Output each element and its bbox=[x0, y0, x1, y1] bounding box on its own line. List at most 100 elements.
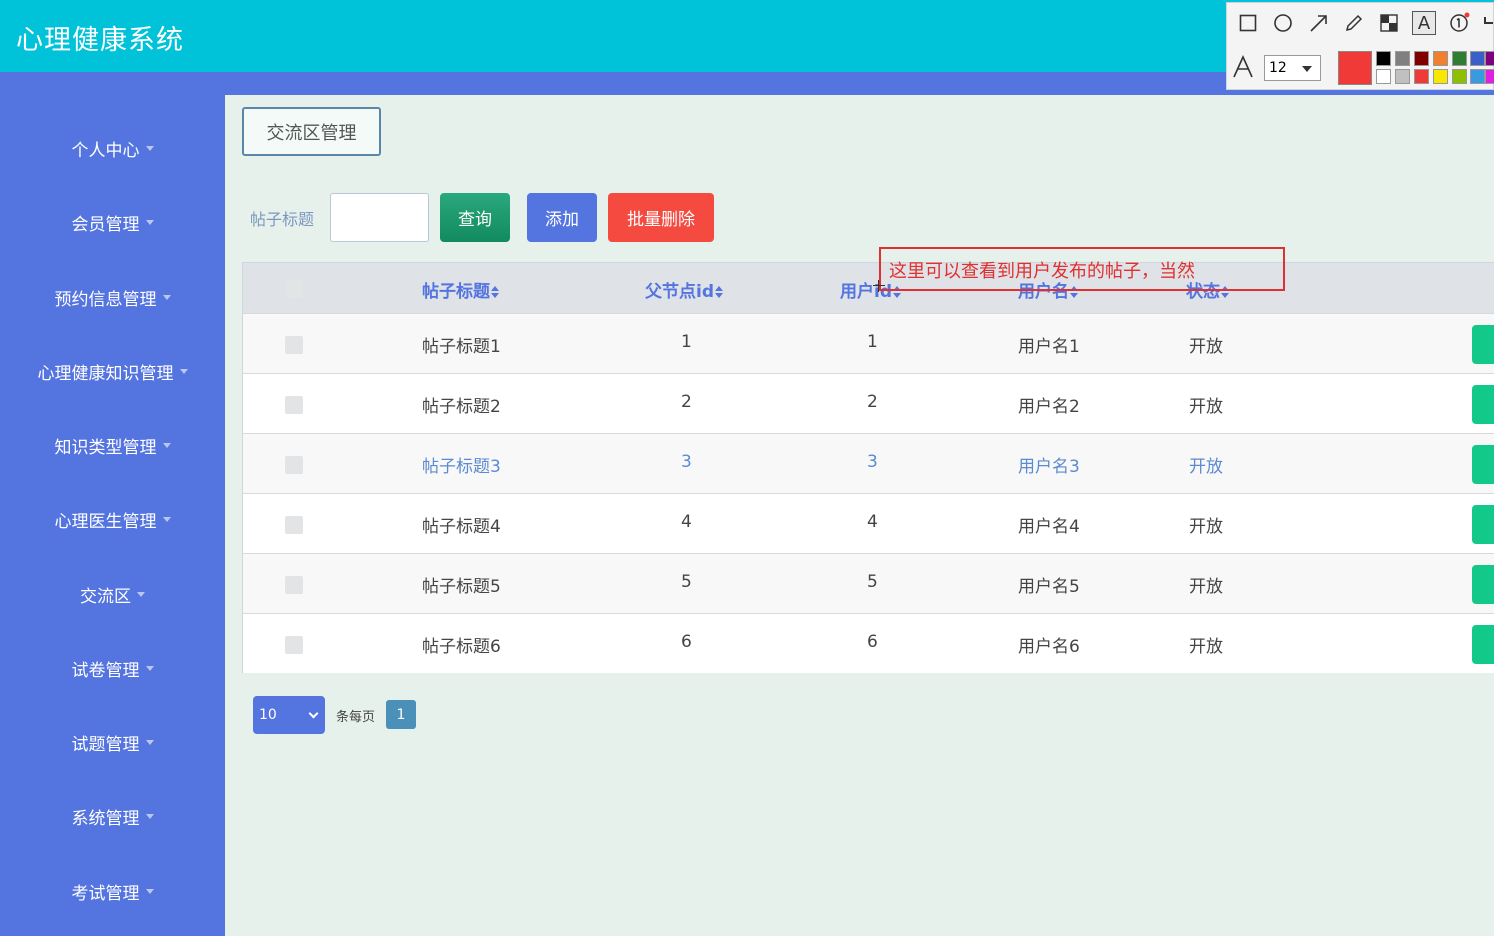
row-action-button[interactable] bbox=[1472, 385, 1494, 424]
cell-username: 用户名6 bbox=[1018, 637, 1080, 657]
row-checkbox[interactable] bbox=[285, 456, 303, 474]
sidebar-item-forum[interactable]: 交流区 bbox=[0, 574, 225, 614]
select-all-checkbox[interactable] bbox=[285, 280, 303, 298]
sidebar-item-question-management[interactable]: 试题管理 bbox=[0, 722, 225, 762]
cell-post-title: 帖子标题6 bbox=[422, 637, 501, 657]
cell-post-title: 帖子标题4 bbox=[422, 517, 501, 537]
cell-parent-id: 6 bbox=[681, 632, 692, 652]
row-action-button[interactable] bbox=[1472, 565, 1494, 604]
color-swatch-yellow[interactable] bbox=[1433, 69, 1448, 84]
row-checkbox[interactable] bbox=[285, 336, 303, 354]
pencil-icon[interactable] bbox=[1342, 11, 1366, 35]
sidebar-item-knowledge-management[interactable]: 心理健康知识管理 bbox=[0, 351, 225, 391]
color-swatch-blue[interactable] bbox=[1470, 51, 1485, 66]
sidebar-item-appointment-management[interactable]: 预约信息管理 bbox=[0, 277, 225, 317]
posts-table: 帖子标题 父节点id 用户id 用户名 状态 帖子标题1 1 1 用户名1 开放… bbox=[242, 262, 1494, 673]
table-row: 帖子标题3 3 3 用户名3 开放 bbox=[243, 433, 1494, 493]
caret-down-icon bbox=[145, 813, 154, 819]
cell-parent-id: 2 bbox=[681, 392, 692, 412]
column-header-parent-id[interactable]: 父节点id bbox=[645, 277, 723, 302]
add-button[interactable]: 添加 bbox=[527, 193, 597, 242]
page-size-select[interactable]: 10 bbox=[253, 696, 325, 734]
color-swatch-black[interactable] bbox=[1376, 51, 1391, 66]
column-header-post-title[interactable]: 帖子标题 bbox=[422, 277, 499, 302]
annotation-text: 这里可以查看到用户发布的帖子，当然 bbox=[889, 261, 1195, 282]
batch-delete-button[interactable]: 批量删除 bbox=[608, 193, 714, 242]
sort-icon bbox=[491, 286, 499, 298]
cell-status: 开放 bbox=[1189, 337, 1223, 357]
cell-user-id: 6 bbox=[867, 632, 878, 652]
color-swatch-maroon[interactable] bbox=[1414, 51, 1429, 66]
color-swatch-sky-blue[interactable] bbox=[1470, 69, 1485, 84]
row-action-button[interactable] bbox=[1472, 625, 1494, 664]
row-checkbox[interactable] bbox=[285, 576, 303, 594]
text-icon[interactable]: A bbox=[1412, 11, 1436, 35]
cell-post-title: 帖子标题1 bbox=[422, 337, 501, 357]
sidebar-item-member-management[interactable]: 会员管理 bbox=[0, 202, 225, 242]
color-swatch-lime[interactable] bbox=[1452, 69, 1467, 84]
row-checkbox[interactable] bbox=[285, 636, 303, 654]
arrow-icon[interactable] bbox=[1307, 11, 1331, 35]
row-checkbox[interactable] bbox=[285, 396, 303, 414]
post-title-search-input[interactable] bbox=[330, 193, 429, 242]
caret-down-icon bbox=[162, 294, 171, 300]
table-row: 帖子标题2 2 2 用户名2 开放 bbox=[243, 373, 1494, 433]
sidebar-item-doctor-management[interactable]: 心理医生管理 bbox=[0, 499, 225, 539]
cell-parent-id: 1 bbox=[681, 332, 692, 352]
sidebar-item-paper-management[interactable]: 试卷管理 bbox=[0, 648, 225, 688]
cell-username: 用户名1 bbox=[1018, 337, 1080, 357]
cell-parent-id: 4 bbox=[681, 512, 692, 532]
color-swatch-silver[interactable] bbox=[1395, 69, 1410, 84]
circle-icon[interactable] bbox=[1271, 11, 1295, 35]
table-row: 帖子标题1 1 1 用户名1 开放 bbox=[243, 313, 1494, 373]
drawing-toolbar: A 12 bbox=[1226, 2, 1494, 90]
app-title: 心理健康系统 bbox=[16, 25, 184, 56]
caret-down-icon bbox=[145, 739, 154, 745]
cell-post-title: 帖子标题3 bbox=[422, 457, 501, 477]
undo-icon[interactable] bbox=[1481, 11, 1494, 35]
sidebar-item-knowledge-type-management[interactable]: 知识类型管理 bbox=[0, 425, 225, 465]
caret-down-icon bbox=[137, 591, 145, 597]
cell-post-title: 帖子标题5 bbox=[422, 577, 501, 597]
current-color-swatch[interactable] bbox=[1338, 51, 1372, 85]
color-swatch-red[interactable] bbox=[1414, 69, 1429, 84]
color-swatch-white[interactable] bbox=[1376, 69, 1391, 84]
color-swatch-magenta[interactable] bbox=[1485, 69, 1494, 84]
cell-username: 用户名3 bbox=[1018, 457, 1080, 477]
per-page-label: 条每页 bbox=[336, 710, 376, 725]
cell-user-id: 5 bbox=[867, 572, 878, 592]
cell-status: 开放 bbox=[1189, 517, 1223, 537]
breadcrumb[interactable]: 交流区管理 bbox=[242, 107, 381, 156]
sidebar-item-personal-center[interactable]: 个人中心 bbox=[0, 128, 225, 168]
cell-parent-id: 5 bbox=[681, 572, 692, 592]
page-number-button[interactable]: 1 bbox=[386, 700, 416, 729]
caret-down-icon bbox=[162, 516, 171, 522]
caret-down-icon bbox=[145, 888, 154, 894]
cell-username: 用户名2 bbox=[1018, 397, 1080, 417]
color-swatch-orange[interactable] bbox=[1433, 51, 1448, 66]
row-action-button[interactable] bbox=[1472, 505, 1494, 544]
cell-post-title: 帖子标题2 bbox=[422, 397, 501, 417]
cell-status: 开放 bbox=[1189, 397, 1223, 417]
color-swatch-purple[interactable] bbox=[1485, 51, 1494, 66]
mosaic-icon[interactable] bbox=[1377, 11, 1401, 35]
table-row: 帖子标题5 5 5 用户名5 开放 bbox=[243, 553, 1494, 613]
rectangle-icon[interactable] bbox=[1236, 11, 1260, 35]
row-action-button[interactable] bbox=[1472, 445, 1494, 484]
cell-username: 用户名4 bbox=[1018, 517, 1080, 537]
sidebar-item-exam-management[interactable]: 考试管理 bbox=[0, 871, 225, 911]
sort-icon bbox=[715, 286, 723, 298]
caret-down-icon bbox=[1302, 66, 1312, 72]
number-icon[interactable] bbox=[1447, 11, 1471, 35]
row-action-button[interactable] bbox=[1472, 325, 1494, 364]
font-size-select[interactable]: 12 bbox=[1264, 55, 1321, 81]
sidebar-item-system-management[interactable]: 系统管理 bbox=[0, 796, 225, 836]
cell-status: 开放 bbox=[1189, 637, 1223, 657]
annotation-box: 这里可以查看到用户发布的帖子，当然 bbox=[879, 247, 1285, 291]
cell-user-id: 4 bbox=[867, 512, 878, 532]
row-checkbox[interactable] bbox=[285, 516, 303, 534]
table-row: 帖子标题6 6 6 用户名6 开放 bbox=[243, 613, 1494, 673]
color-swatch-gray[interactable] bbox=[1395, 51, 1410, 66]
color-swatch-green[interactable] bbox=[1452, 51, 1467, 66]
query-button[interactable]: 查询 bbox=[440, 193, 510, 242]
